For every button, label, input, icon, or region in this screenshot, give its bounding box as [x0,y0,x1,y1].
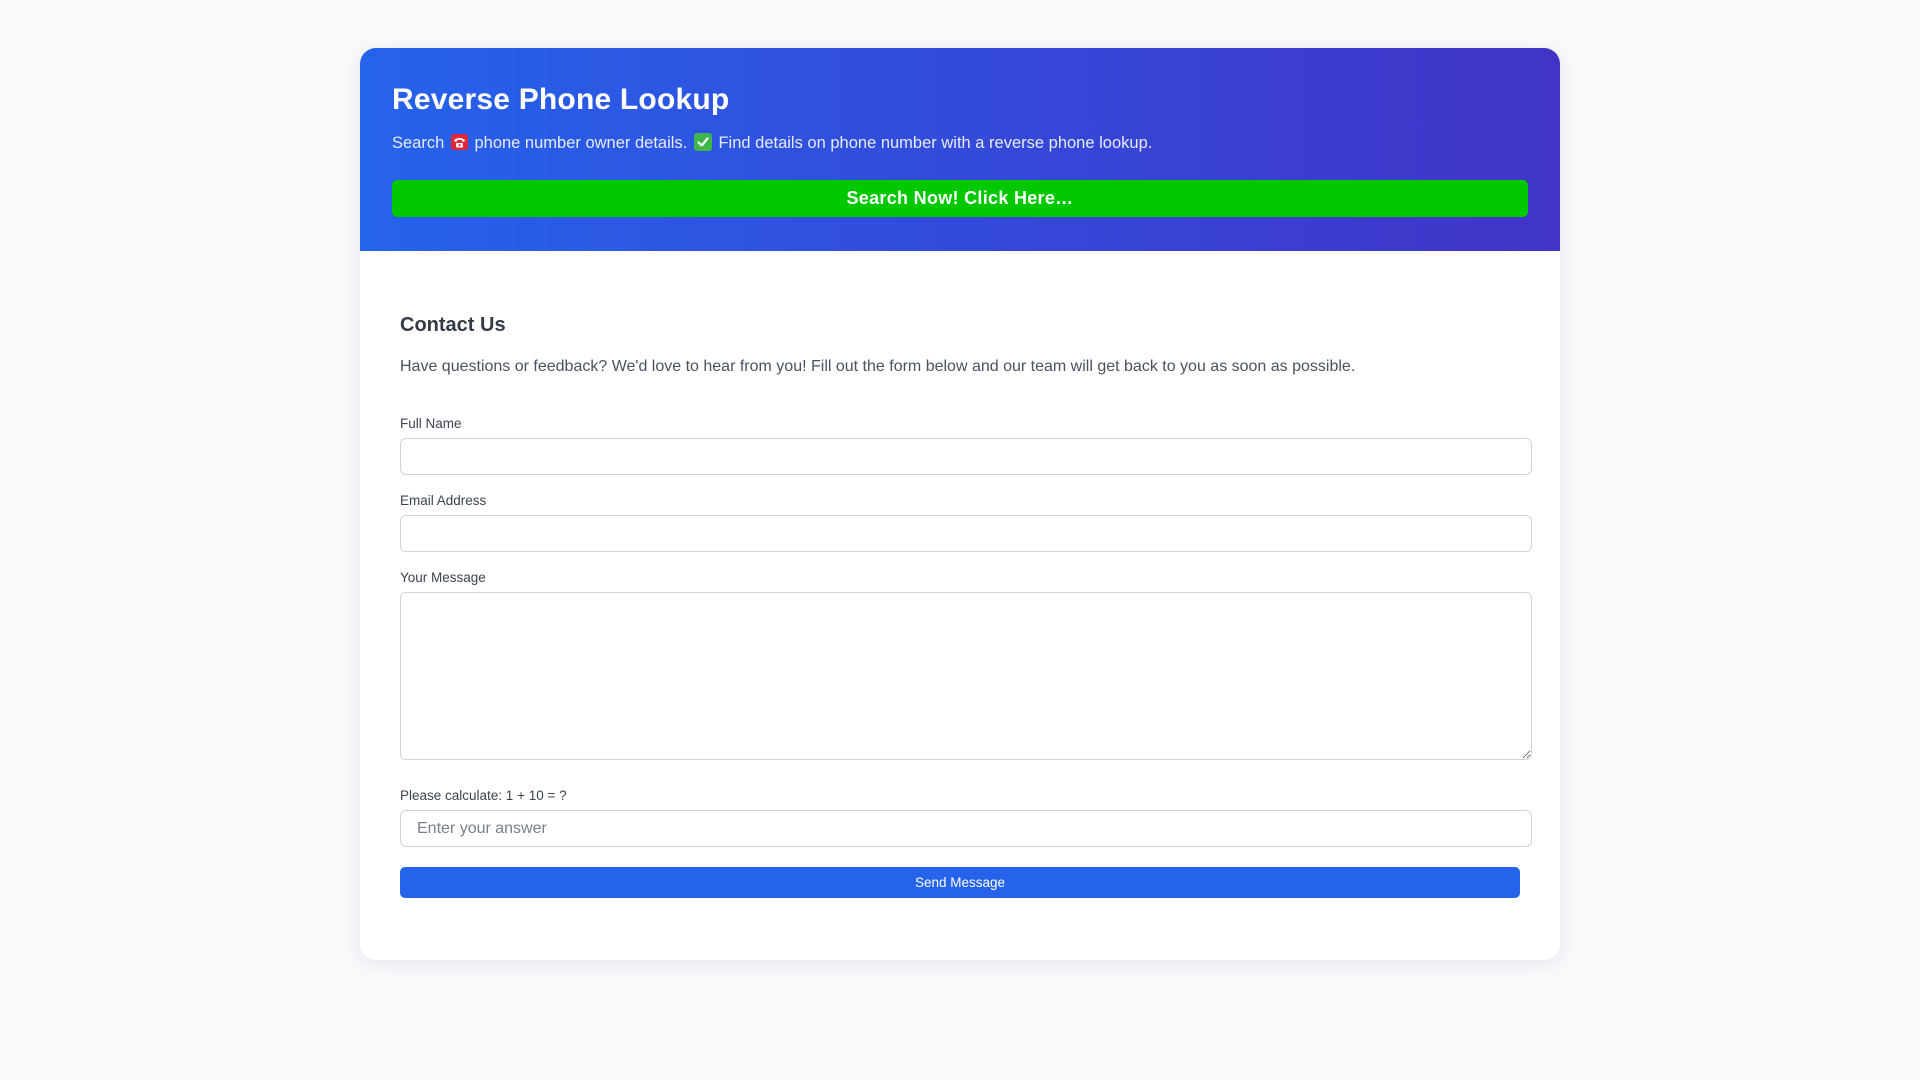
email-field-group: Email Address [400,493,1532,552]
contact-card: Reverse Phone Lookup Search phone number… [360,48,1560,960]
full-name-field-group: Full Name [400,416,1532,475]
captcha-label: Please calculate: 1 + 10 = ? [400,788,567,803]
email-label: Email Address [400,493,487,508]
hero-subtitle-part2: phone number owner details. [474,134,688,152]
captcha-field-group: Please calculate: 1 + 10 = ? [400,788,1532,847]
captcha-input[interactable] [400,810,1532,847]
page-title: Reverse Phone Lookup [392,83,730,116]
contact-form: Full Name Email Address Your Message Ple… [400,416,1532,898]
search-now-button[interactable]: Search Now! Click Here… [392,180,1528,217]
email-input[interactable] [400,515,1532,552]
hero-banner: Reverse Phone Lookup Search phone number… [360,48,1560,251]
hero-subtitle-part1: Search [392,134,445,152]
full-name-label: Full Name [400,416,462,431]
message-textarea[interactable] [400,592,1532,760]
message-label: Your Message [400,570,486,585]
hero-subtitle-part3: Find details on phone number with a reve… [718,134,1153,152]
check-mark-emoji-icon [693,133,712,151]
telephone-emoji-icon [450,134,468,150]
message-field-group: Your Message [400,570,1532,760]
contact-section: Contact Us Have questions or feedback? W… [360,251,1560,898]
hero-subtitle: Search phone number owner details. Find … [392,132,1528,154]
full-name-input[interactable] [400,438,1532,475]
section-title: Contact Us [400,314,506,336]
contact-intro: Have questions or feedback? We'd love to… [400,358,1356,375]
send-message-button[interactable]: Send Message [400,867,1520,898]
